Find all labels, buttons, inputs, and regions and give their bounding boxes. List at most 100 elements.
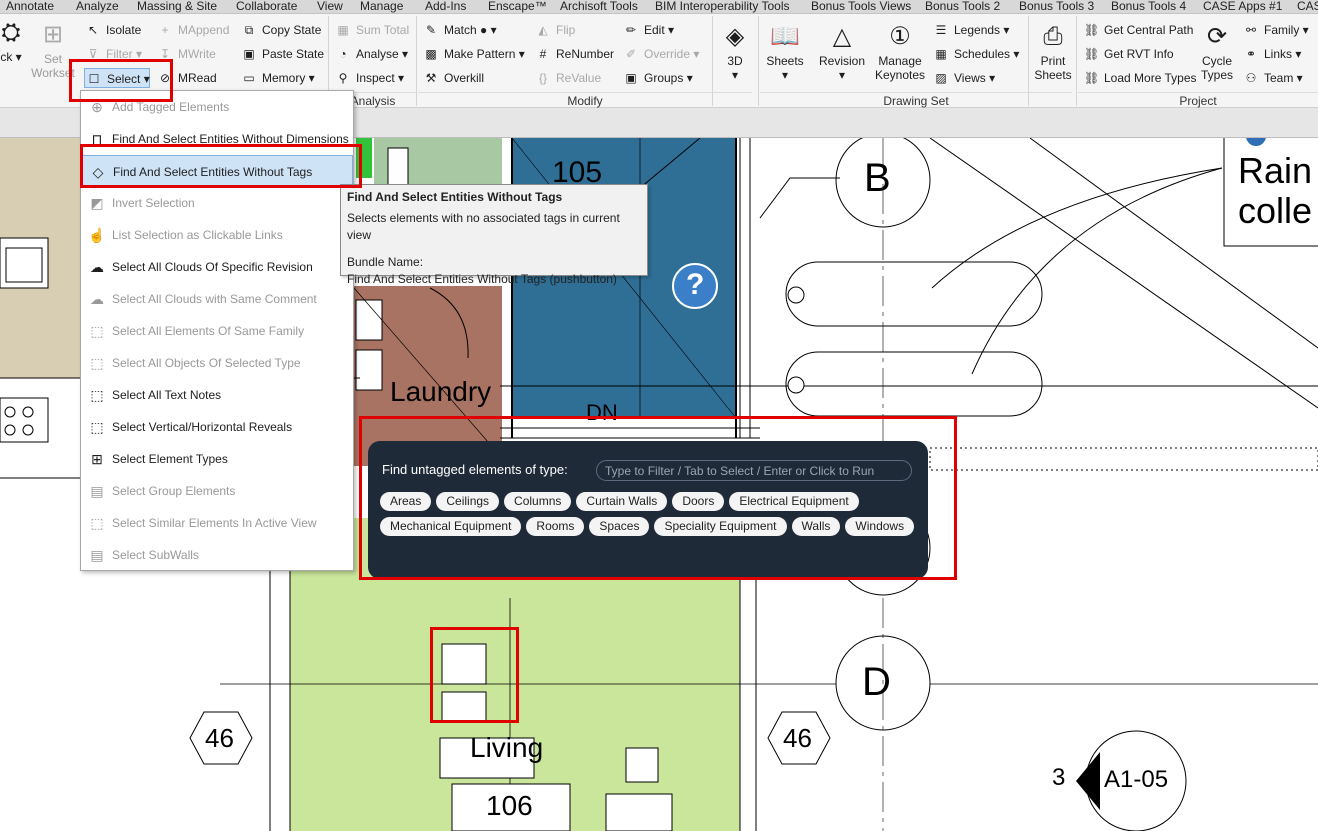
dropdown-item[interactable]: ⬚ Select Vertical/Horizontal Reveals [81,411,353,443]
tab-bonus-tools-4[interactable]: Bonus Tools 4 [1111,0,1186,13]
inspect-icon: ⚲ [338,71,348,85]
tab-bim-interoperability[interactable]: BIM Interoperability Tools [655,0,790,13]
renumber-button[interactable]: # ReNumber [536,44,614,64]
schedules-button[interactable]: ▦ Schedules ▾ [934,44,1019,64]
override-button[interactable]: ✐ Override ▾ [624,44,699,64]
select-label: Select [107,72,141,86]
element-type-chip[interactable]: Electrical Equipment [729,492,859,511]
element-type-chip[interactable]: Mechanical Equipment [380,517,522,536]
edit-button[interactable]: ✏ Edit ▾ [624,20,674,40]
overkill-button[interactable]: ⚒ Overkill [424,68,484,88]
dropdown-item[interactable]: ⬚ Select Similar Elements In Active View [81,507,353,539]
copy-state-button[interactable]: ⧉ Copy State [242,20,322,40]
level-tag-right: 46 [783,723,812,753]
picker-filter-input[interactable] [596,460,912,481]
manage-keynotes-button[interactable]: ① Manage Keynotes [872,22,928,82]
analyse-button[interactable]: ◔ Analyse ▾ [336,44,408,64]
tab-enscape[interactable]: Enscape™ [488,0,547,13]
menu-item-label: Select All Objects Of Selected Type [112,356,301,370]
tab-annotate[interactable]: Annotate [6,0,54,13]
element-type-chip[interactable]: Windows [845,517,915,536]
flip-button[interactable]: ◭ Flip [536,20,575,40]
tab-bonus-tools-3[interactable]: Bonus Tools 3 [1019,0,1094,13]
load-more-types-button[interactable]: ⛓ Load More Types [1084,68,1197,88]
element-type-chip[interactable]: Ceilings [436,492,500,511]
3d-button[interactable]: ◈ 3D ▾ [716,22,754,82]
element-type-chip[interactable]: Curtain Walls [576,492,668,511]
dropdown-item[interactable]: ◩ Invert Selection [81,187,353,219]
dropdown-item[interactable]: ▤ Select Group Elements [81,475,353,507]
mread-button[interactable]: ⊘ MRead [158,68,217,88]
element-type-chip[interactable]: Doors [672,492,725,511]
tab-view[interactable]: View [317,0,343,13]
dropdown-item[interactable]: ◇ Find And Select Entities Without Tags [81,155,353,187]
tab-manage[interactable]: Manage [360,0,403,13]
element-type-chip[interactable]: Rooms [526,517,585,536]
inspect-button[interactable]: ⚲ Inspect ▾ [336,68,404,88]
set-workset-button[interactable]: ⊞ Set Workset [30,20,76,80]
tab-add-ins[interactable]: Add-Ins [425,0,466,13]
team-button[interactable]: ⚇ Team ▾ [1244,68,1303,88]
room-name-living: Living [470,732,544,763]
mwrite-button[interactable]: ↧ MWrite [158,44,216,64]
tab-collaborate[interactable]: Collaborate [236,0,297,13]
tab-case[interactable]: CAS [1297,0,1318,13]
pattern-icon: ▩ [425,47,437,61]
groups-button[interactable]: ▣ Groups ▾ [624,68,692,88]
tab-massing-site[interactable]: Massing & Site [137,0,217,13]
tooltip-bundle-value: Find And Select Entities Without Tags (p… [347,272,617,286]
tab-archisoft-tools[interactable]: Archisoft Tools [560,0,638,13]
element-type-chip[interactable]: Spaces [589,517,650,536]
get-rvt-info-button[interactable]: ⛓ Get RVT Info [1084,44,1174,64]
dropdown-item[interactable]: ⊓ Find And Select Entities Without Dimens… [81,123,353,155]
family-button[interactable]: ⚯ Family ▾ [1244,20,1309,40]
mappend-button[interactable]: + MAppend [158,20,229,40]
sum-total-button[interactable]: ▦ Sum Total [336,20,409,40]
print-sheets-button[interactable]: ⎙ Print Sheets [1032,22,1074,82]
tab-bonus-tools-2[interactable]: Bonus Tools 2 [925,0,1000,13]
tab-bonus-tools-views[interactable]: Bonus Tools Views [811,0,911,13]
paste-icon: ▣ [243,47,255,61]
dropdown-item[interactable]: ☁ Select All Clouds Of Specific Revision [81,251,353,283]
match-button[interactable]: ✎ Match ● ▾ [424,20,497,40]
load-more-types-label: Load More Types [1104,71,1197,85]
element-type-chip[interactable]: Speciality Equipment [654,517,787,536]
tab-case-apps-1[interactable]: CASE Apps #1 [1203,0,1282,13]
grid-bubble-d: D [862,660,891,704]
select-button[interactable]: ☐ Select ▾ [84,68,150,88]
printer-icon: ⎙ [1043,23,1063,50]
filter-icon: ⊽ [88,47,98,61]
plus-icon: + [161,23,169,37]
isolate-button[interactable]: ↖ Isolate [86,20,141,40]
dropdown-item[interactable]: ☝ List Selection as Clickable Links [81,219,353,251]
revision-button[interactable]: △ Revision ▾ [816,22,868,82]
cycle-types-button[interactable]: ⟳ Cycle Types [1196,22,1238,82]
element-type-chip[interactable]: Walls [791,517,841,536]
dropdown-item[interactable]: ⊕ Add Tagged Elements [81,91,353,123]
dropdown-item[interactable]: ⬚ Select All Text Notes [81,379,353,411]
help-icon[interactable]: ? [686,268,704,302]
sheets-button[interactable]: 📖 Sheets ▾ [762,22,808,82]
revalue-button[interactable]: {} ReValue [536,68,601,88]
element-type-chip[interactable]: Areas [380,492,432,511]
dropdown-item[interactable]: ☁ Select All Clouds with Same Comment [81,283,353,315]
filter-button[interactable]: ⊽ Filter ▾ [86,44,142,64]
dropdown-item[interactable]: ⬚ Select All Elements Of Same Family [81,315,353,347]
links-button[interactable]: ⚭ Links ▾ [1244,44,1301,64]
get-central-path-label: Get Central Path [1104,23,1194,37]
legends-button[interactable]: ☰ Legends ▾ [934,20,1010,40]
make-pattern-button[interactable]: ▩ Make Pattern ▾ [424,44,524,64]
lock-button[interactable]: ⛭ ck ▾ [0,18,22,64]
dropdown-item[interactable]: ⊞ Select Element Types [81,443,353,475]
menu-item-icon: ⊓ [91,131,103,147]
dropdown-item[interactable]: ⬚ Select All Objects Of Selected Type [81,347,353,379]
tab-analyze[interactable]: Analyze [76,0,119,13]
dropdown-item[interactable]: ▤ Select SubWalls [81,539,353,571]
views-button[interactable]: ▨ Views ▾ [934,68,995,88]
menu-item-icon: ⬚ [90,387,104,403]
get-central-path-button[interactable]: ⛓ Get Central Path [1084,20,1193,40]
memory-button[interactable]: ▭ Memory ▾ [242,68,314,88]
element-type-chip[interactable]: Columns [504,492,572,511]
paste-state-button[interactable]: ▣ Paste State [242,44,324,64]
room-name-laundry: Laundry [390,376,492,407]
